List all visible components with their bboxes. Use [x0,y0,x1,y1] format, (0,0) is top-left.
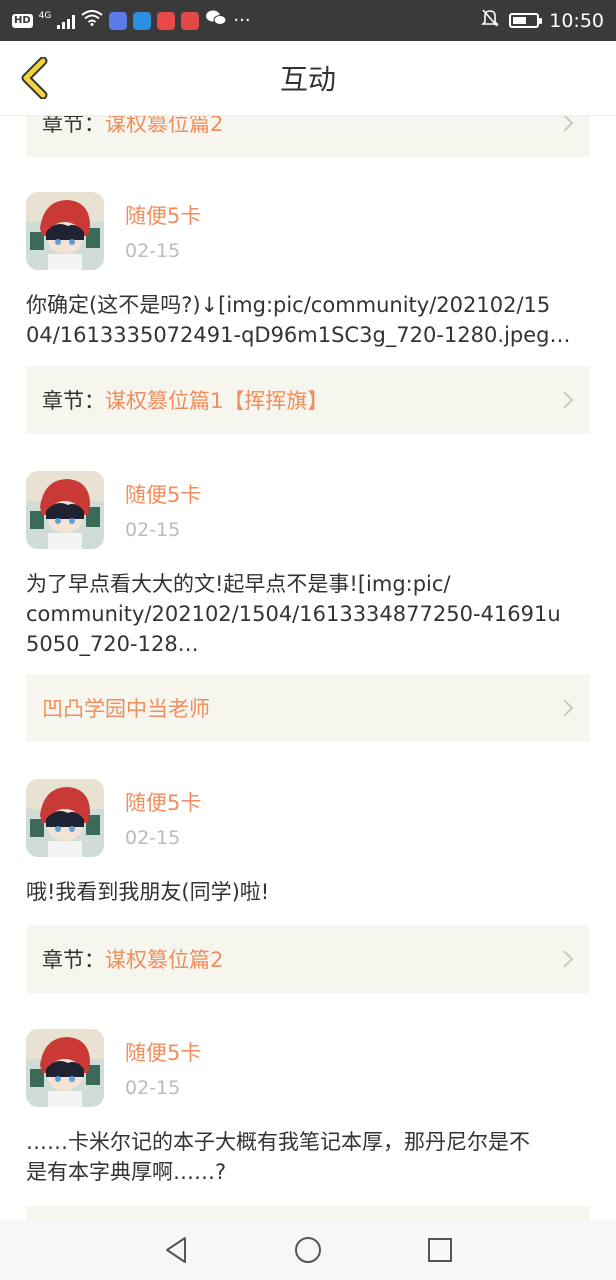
username[interactable]: 随便5卡 [125,479,201,509]
post-text[interactable]: 你确定(这不是吗?)↓[img:pic/community/202102/15 … [26,290,592,350]
status-bar: HD 4G ··· 10:50 [0,0,616,41]
post-text-line: 你确定(这不是吗?)↓[img:pic/community/202102/15 [26,293,551,317]
chevron-right-icon [563,950,574,968]
post-date: 02-15 [125,519,181,541]
hd-badge: HD [12,13,33,28]
post-date: 02-15 [125,827,181,849]
chevron-right-icon [563,391,574,409]
network-type: 4G [38,10,52,21]
username[interactable]: 随便5卡 [125,787,201,817]
battery-icon [509,13,543,28]
chevron-right-icon [563,116,574,132]
post-text[interactable]: ……卡米尔记的本子大概有我笔记本厚，那丹尼尔是不 是有本字典厚啊……? [26,1127,592,1187]
chapter-bar[interactable]: 章节： 谋权篡位篇2 [26,925,590,993]
avatar[interactable] [26,1029,104,1107]
wechat-icon [205,9,227,32]
post-text-line: 是有本字典厚啊……? [26,1160,227,1184]
avatar[interactable] [26,192,104,270]
page-title: 互动 [279,63,336,96]
post-date: 02-15 [125,240,181,262]
reader-app-icon [181,11,200,30]
mute-bell-icon [481,8,500,33]
mail-app-icon [157,11,176,30]
post-text-line: 为了早点看大大的文!起早点不是事![img:pic/ [26,572,451,596]
chapter-bar[interactable]: 章节： 谋权篡位篇2 [26,116,590,157]
chevron-right-icon [563,699,574,717]
clock: 10:50 [549,9,604,32]
avatar[interactable] [26,471,104,549]
post-text-line: community/202102/1504/1613334877250-4169… [26,602,561,626]
avatar[interactable] [26,779,104,857]
chapter-name: 谋权篡位篇1【挥挥旗】 [105,389,329,413]
username[interactable]: 随便5卡 [125,1037,201,1067]
system-nav-bar [0,1220,616,1280]
chapter-bar[interactable]: 凹凸学园中当老师 [26,674,590,742]
circle-home-icon [295,1237,321,1263]
nav-home-button[interactable] [291,1233,325,1267]
post-date: 02-15 [125,1077,181,1099]
music-app-icon [109,11,128,30]
username[interactable]: 随便5卡 [125,200,201,230]
chapter-label: 章节： [42,948,105,972]
nav-back-button[interactable] [159,1233,193,1267]
chapter-bar[interactable] [26,1206,590,1220]
post-text-line: 哦!我看到我朋友(同学)啦! [26,880,270,904]
post-text-line: 5050_720-128… [26,632,199,656]
back-arrow-icon [21,57,48,99]
post-text[interactable]: 为了早点看大大的文!起早点不是事![img:pic/ community/202… [26,569,592,659]
chapter-name: 谋权篡位篇2 [105,948,224,972]
browser-app-icon [133,11,152,30]
chapter-name: 凹凸学园中当老师 [42,697,210,721]
feed[interactable]: 章节： 谋权篡位篇2 随便5卡 02-15 你确定(这不是吗?)↓[img:pi… [0,116,616,1220]
post-text-line: ……卡米尔记的本子大概有我笔记本厚，那丹尼尔是不 [26,1130,530,1154]
triangle-back-icon [166,1237,186,1263]
wifi-icon [81,10,103,31]
back-button[interactable] [14,55,54,101]
chapter-label: 章节： [42,389,105,413]
header: 互动 [0,41,616,116]
nav-recents-button[interactable] [423,1233,457,1267]
chapter-name: 谋权篡位篇2 [105,116,224,136]
square-recents-icon [428,1238,452,1262]
more-notifications-icon: ··· [233,10,251,31]
post-text-line: 04/1613335072491-qD96m1SC3g_720-1280.jpe… [26,323,571,347]
post-text[interactable]: 哦!我看到我朋友(同学)啦! [26,877,592,907]
chapter-label: 章节： [42,116,105,136]
signal-icon [57,13,76,29]
chapter-bar[interactable]: 章节： 谋权篡位篇1【挥挥旗】 [26,366,590,434]
